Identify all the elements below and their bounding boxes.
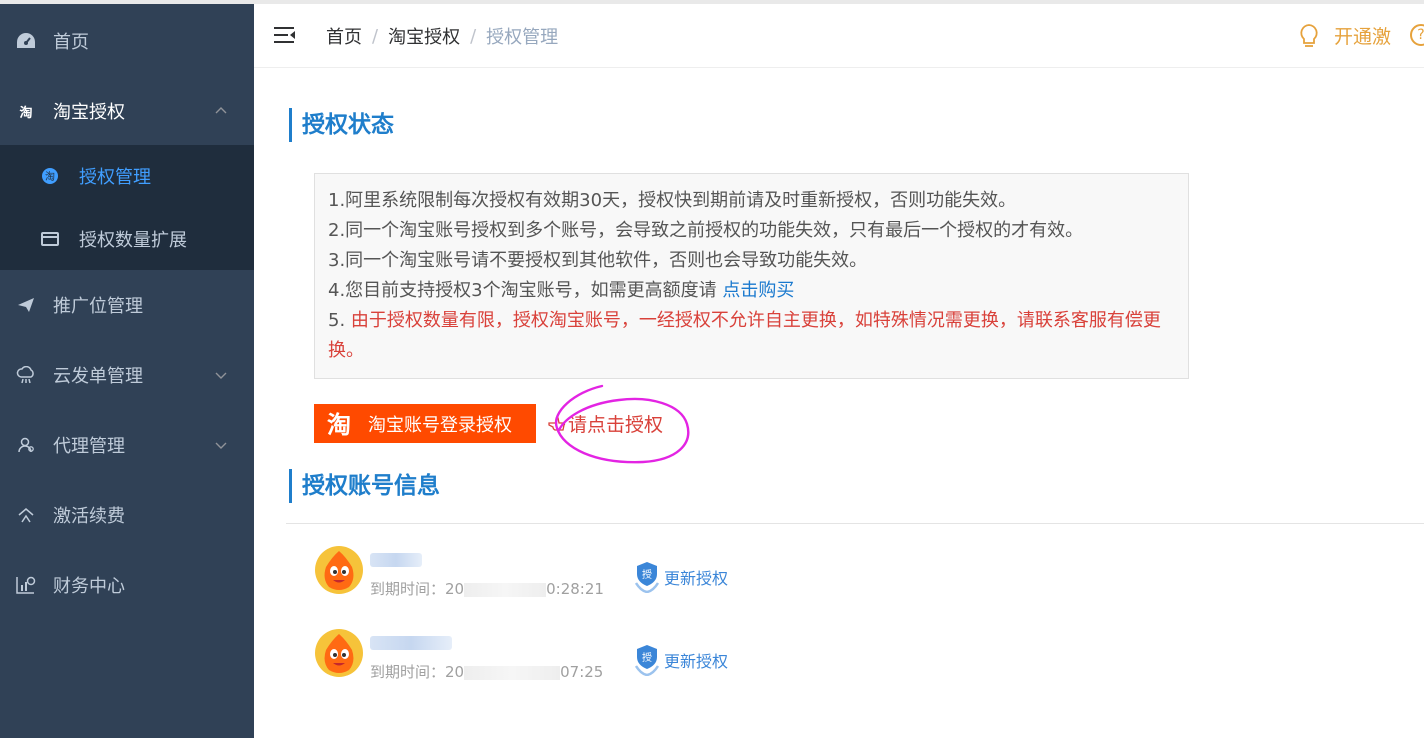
breadcrumb-home[interactable]: 首页 — [326, 23, 362, 49]
taobao-badge-icon: 淘 — [40, 166, 60, 186]
sidebar-item-cloud-orders[interactable]: 云发单管理 — [0, 340, 254, 410]
taobao-login-label: 淘宝账号登录授权 — [368, 414, 512, 436]
activate-label: 开通激 — [1334, 26, 1392, 48]
account-name-redacted — [370, 553, 422, 567]
breadcrumb-taobao-auth[interactable]: 淘宝授权 — [388, 23, 460, 49]
sidebar-item-label: 云发单管理 — [53, 366, 143, 387]
account-item: 到期时间：20 07:25 授 更新授权 — [314, 628, 814, 688]
account-info-title: 授权账号信息 — [289, 469, 440, 503]
notice-line: 3.同一个淘宝账号请不要授权到其他软件，否则也会导致功能失效。 — [328, 250, 868, 271]
sidebar-item-label: 淘宝授权 — [53, 102, 125, 123]
expire-label: 到期时间： — [370, 580, 446, 598]
sidebar-item-taobao-auth[interactable]: 淘 淘宝授权 — [0, 76, 254, 146]
sidebar-item-label: 代理管理 — [53, 436, 125, 457]
svg-text:淘: 淘 — [327, 411, 351, 438]
svg-text:淘: 淘 — [45, 170, 55, 183]
account-name-redacted — [370, 636, 452, 650]
help-icon[interactable]: ? — [1410, 24, 1424, 46]
buy-link[interactable]: 点击购买 — [722, 280, 794, 301]
sidebar-item-auth-manage[interactable]: 淘 授权管理 — [0, 145, 254, 207]
sidebar-item-finance[interactable]: 财务中心 — [0, 550, 254, 620]
dashboard-icon — [16, 31, 36, 51]
breadcrumb: 首页 / 淘宝授权 / 授权管理 — [326, 23, 558, 49]
user-group-icon — [16, 435, 36, 455]
chevron-up-icon — [215, 107, 227, 114]
breadcrumb-current: 授权管理 — [486, 27, 559, 48]
sidebar-item-home[interactable]: 首页 — [0, 6, 254, 76]
sidebar: 首页 淘 淘宝授权 淘 授权管理 授权数量扩展 推广位管理 云发单管理 代理管理… — [0, 4, 254, 738]
cloud-icon — [16, 365, 36, 385]
activate-icon — [16, 505, 36, 525]
expire-prefix: 20 — [445, 580, 465, 598]
expire-time: 到期时间：20 0:28:21 — [370, 578, 604, 599]
notice-line: 1.阿里系统限制每次授权有效期30天，授权快到期前请及时重新授权，否则功能失效。 — [328, 190, 1017, 211]
sidebar-item-label: 推广位管理 — [53, 296, 143, 317]
breadcrumb-separator: / — [372, 25, 379, 47]
renew-auth-button[interactable]: 授 更新授权 — [634, 561, 728, 593]
shield-auth-icon: 授 — [634, 562, 660, 593]
redacted-date — [464, 665, 561, 680]
sidebar-item-promotion[interactable]: 推广位管理 — [0, 270, 254, 340]
notice-line: 5. 由于授权数量有限，授权淘宝账号，一经授权不允许自主更换，如特殊情况需更换，… — [328, 306, 1175, 366]
expire-suffix: 0:28:21 — [546, 580, 604, 598]
taobao-logo-icon: 淘 — [327, 411, 351, 438]
sidebar-item-label: 授权管理 — [79, 167, 151, 188]
auth-status-title: 授权状态 — [289, 108, 394, 142]
taobao-login-button[interactable]: 淘 淘宝账号登录授权 — [314, 404, 536, 443]
divider — [286, 523, 1424, 524]
sidebar-item-agents[interactable]: 代理管理 — [0, 410, 254, 480]
annotation-circle — [554, 384, 690, 464]
send-icon — [16, 295, 36, 315]
finance-icon — [16, 575, 36, 595]
chevron-down-icon — [215, 372, 227, 379]
sidebar-item-label: 首页 — [53, 32, 89, 53]
shield-auth-icon: 授 — [634, 645, 660, 676]
avatar — [315, 546, 363, 594]
redacted-date — [464, 582, 547, 597]
svg-text:授: 授 — [642, 651, 652, 664]
renew-auth-button[interactable]: 授 更新授权 — [634, 644, 728, 676]
expire-label: 到期时间： — [370, 663, 446, 681]
lightbulb-icon — [1300, 23, 1318, 47]
menu-toggle-icon[interactable] — [274, 26, 296, 44]
notice-warning: 由于授权数量有限，授权淘宝账号，一经授权不允许自主更换，如特殊情况需更换，请联系… — [328, 310, 1161, 361]
renew-auth-label: 更新授权 — [664, 652, 729, 671]
notice-box: 1.阿里系统限制每次授权有效期30天，授权快到期前请及时重新授权，否则功能失效。… — [314, 173, 1189, 379]
avatar — [315, 629, 363, 677]
sidebar-item-label: 激活续费 — [53, 506, 125, 527]
header: 首页 / 淘宝授权 / 授权管理 开通激 ? — [254, 4, 1424, 68]
sidebar-item-activate[interactable]: 激活续费 — [0, 480, 254, 550]
sidebar-item-label: 授权数量扩展 — [79, 230, 187, 251]
account-item: 到期时间：20 0:28:21 授 更新授权 — [314, 545, 814, 605]
notice-text: 4.您目前支持授权3个淘宝账号，如需更高额度请 — [328, 280, 723, 301]
submenu-taobao-auth: 淘 授权管理 授权数量扩展 — [0, 145, 254, 270]
sidebar-item-auth-extend[interactable]: 授权数量扩展 — [0, 208, 254, 270]
notice-number: 5. — [328, 310, 351, 331]
taobao-icon: 淘 — [19, 105, 33, 121]
breadcrumb-separator: / — [470, 25, 477, 47]
renew-auth-label: 更新授权 — [664, 569, 729, 588]
card-icon — [40, 229, 60, 249]
expire-prefix: 20 — [445, 663, 465, 681]
expire-suffix: 07:25 — [560, 663, 604, 681]
svg-text:授: 授 — [642, 568, 652, 581]
chevron-down-icon — [215, 442, 227, 449]
notice-line: 4.您目前支持授权3个淘宝账号，如需更高额度请 点击购买 — [328, 276, 1175, 306]
activate-link[interactable]: 开通激 — [1298, 22, 1391, 49]
sidebar-item-label: 财务中心 — [53, 576, 125, 597]
notice-line: 2.同一个淘宝账号授权到多个账号，会导致之前授权的功能失效，只有最后一个授权的才… — [328, 220, 1084, 241]
expire-time: 到期时间：20 07:25 — [370, 661, 603, 682]
